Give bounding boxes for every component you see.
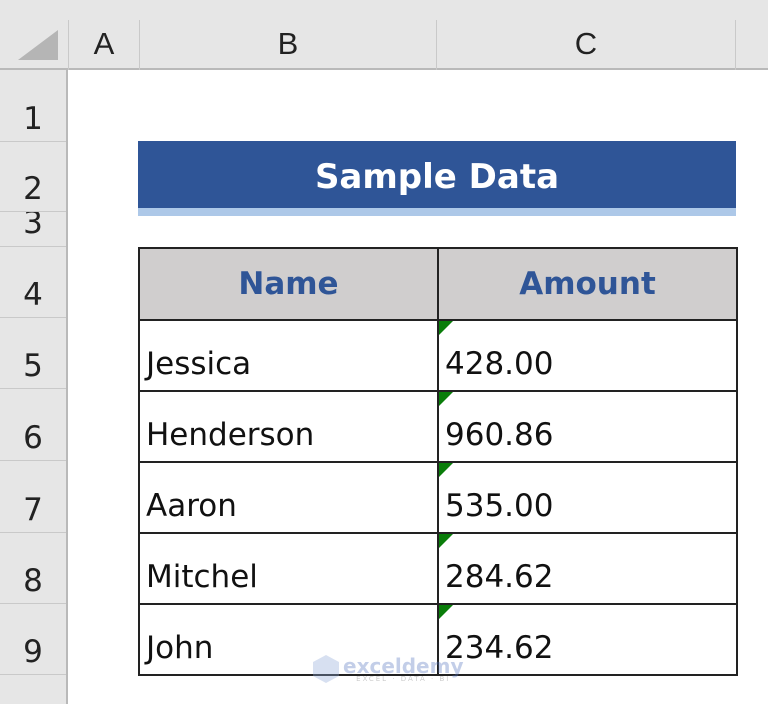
- name-cell[interactable]: John: [138, 603, 439, 676]
- row-header-2[interactable]: 2: [0, 142, 66, 212]
- error-indicator-icon[interactable]: [439, 392, 453, 406]
- watermark-tagline: EXCEL · DATA · BI: [356, 674, 451, 683]
- row-header-3[interactable]: 3: [0, 212, 66, 247]
- amount-value: 284.62: [445, 559, 554, 595]
- table-row: Aaron 535.00: [138, 461, 738, 534]
- error-indicator-icon[interactable]: [439, 321, 453, 335]
- header-amount-cell[interactable]: Amount: [437, 247, 738, 321]
- title-underline: [138, 208, 736, 216]
- amount-cell[interactable]: 234.62: [437, 603, 738, 676]
- row-header-4[interactable]: 4: [0, 247, 66, 318]
- select-all-button[interactable]: [18, 30, 58, 60]
- data-table: Name Amount Jessica 428.00 Henderson 960…: [138, 247, 738, 676]
- table-row: Jessica 428.00: [138, 319, 738, 392]
- error-indicator-icon[interactable]: [439, 463, 453, 477]
- table-header-row: Name Amount: [138, 247, 738, 321]
- name-cell[interactable]: Aaron: [138, 461, 439, 534]
- error-indicator-icon[interactable]: [439, 605, 453, 619]
- row-header-9[interactable]: 9: [0, 604, 66, 675]
- column-header-c[interactable]: C: [437, 20, 736, 70]
- amount-value: 535.00: [445, 488, 554, 524]
- title-cell[interactable]: Sample Data: [138, 141, 736, 208]
- error-indicator-icon[interactable]: [439, 534, 453, 548]
- amount-cell[interactable]: 284.62: [437, 532, 738, 605]
- row-header-7[interactable]: 7: [0, 461, 66, 533]
- table-row: Mitchel 284.62: [138, 532, 738, 605]
- column-header-a[interactable]: A: [68, 20, 140, 70]
- amount-value: 960.86: [445, 417, 554, 453]
- amount-value: 234.62: [445, 630, 554, 666]
- row-header-5[interactable]: 5: [0, 318, 66, 389]
- row-header-1[interactable]: 1: [0, 70, 66, 142]
- name-cell[interactable]: Henderson: [138, 390, 439, 463]
- table-row: Henderson 960.86: [138, 390, 738, 463]
- row-header-bar: 1 2 3 4 5 6 7 8 9: [0, 70, 68, 704]
- row-header-8[interactable]: 8: [0, 533, 66, 604]
- name-cell[interactable]: Jessica: [138, 319, 439, 392]
- row-header-6[interactable]: 6: [0, 389, 66, 461]
- header-name-cell[interactable]: Name: [138, 247, 439, 321]
- amount-cell[interactable]: 428.00: [437, 319, 738, 392]
- column-header-bar: A B C: [0, 0, 768, 70]
- amount-cell[interactable]: 535.00: [437, 461, 738, 534]
- amount-value: 428.00: [445, 346, 554, 382]
- table-row: John 234.62: [138, 603, 738, 676]
- amount-cell[interactable]: 960.86: [437, 390, 738, 463]
- name-cell[interactable]: Mitchel: [138, 532, 439, 605]
- column-header-b[interactable]: B: [140, 20, 437, 70]
